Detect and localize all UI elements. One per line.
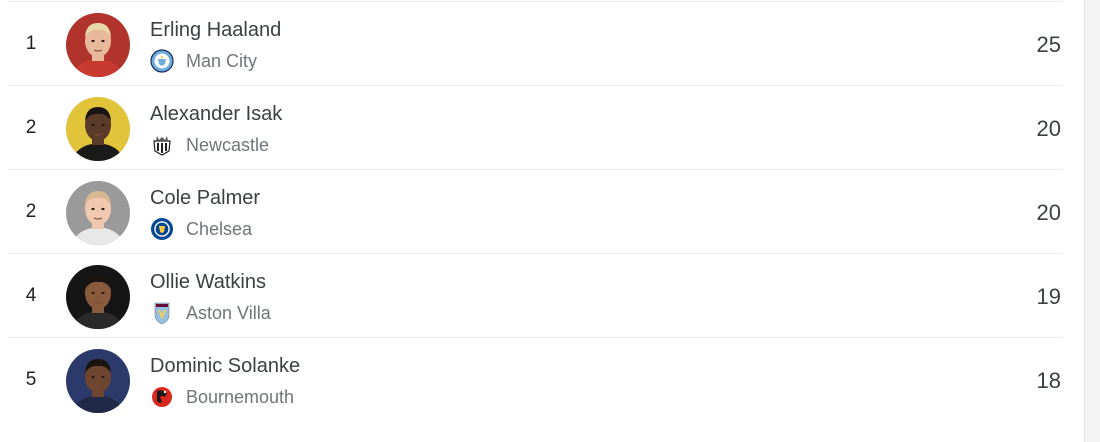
team-info: Aston Villa [150,301,271,325]
player-photo[interactable] [66,265,130,329]
team-name: Chelsea [186,218,253,239]
player-name[interactable]: Ollie Watkins [150,271,266,294]
player-name[interactable]: Erling Haaland [150,19,281,42]
player-row[interactable]: 4 Ollie Watkins Aston Villa 19 [8,253,1063,337]
player-row[interactable]: 2 Cole Palmer Chelsea 20 [8,169,1063,253]
player-name[interactable]: Alexander Isak [150,103,282,126]
player-row[interactable]: 1 Erling Haaland Man City 25 [8,1,1063,85]
player-photo[interactable] [66,13,130,77]
team-info: Bournemouth [150,386,294,408]
rank-number: 5 [25,369,37,390]
team-name: Aston Villa [186,302,271,323]
player-name[interactable]: Dominic Solanke [150,355,300,378]
goals-count: 18 [1036,368,1061,393]
player-name[interactable]: Cole Palmer [150,187,260,210]
aston-villa-crest-icon [150,301,174,325]
player-row[interactable]: 5 Dominic Solanke Bournemouth 18 [8,337,1063,421]
player-photo[interactable] [66,349,130,413]
team-info: Chelsea [150,218,252,240]
goals-count: 19 [1036,284,1061,309]
team-name: Man City [186,50,258,71]
scrollbar[interactable] [1084,0,1100,442]
rank-number: 1 [25,33,37,54]
man-city-crest-icon [150,49,174,73]
rank-number: 2 [25,201,37,222]
player-photo[interactable] [66,181,130,245]
team-name: Bournemouth [186,386,295,407]
team-info: Man City [150,49,258,73]
goals-count: 20 [1036,116,1061,141]
bournemouth-crest-icon [150,385,174,409]
player-row[interactable]: 2 Alexander Isak Newcastle 20 [8,85,1063,169]
goals-count: 20 [1036,200,1061,225]
team-info: Newcastle [150,134,269,156]
newcastle-crest-icon [150,133,174,157]
player-photo[interactable] [66,97,130,161]
goals-count: 25 [1036,32,1061,57]
chelsea-crest-icon [150,217,174,241]
top-scorers-list: 1 Erling Haaland Man City 25 2 Alexander… [8,1,1063,421]
rank-number: 2 [25,117,37,138]
rank-number: 4 [25,285,37,306]
team-name: Newcastle [186,134,270,155]
